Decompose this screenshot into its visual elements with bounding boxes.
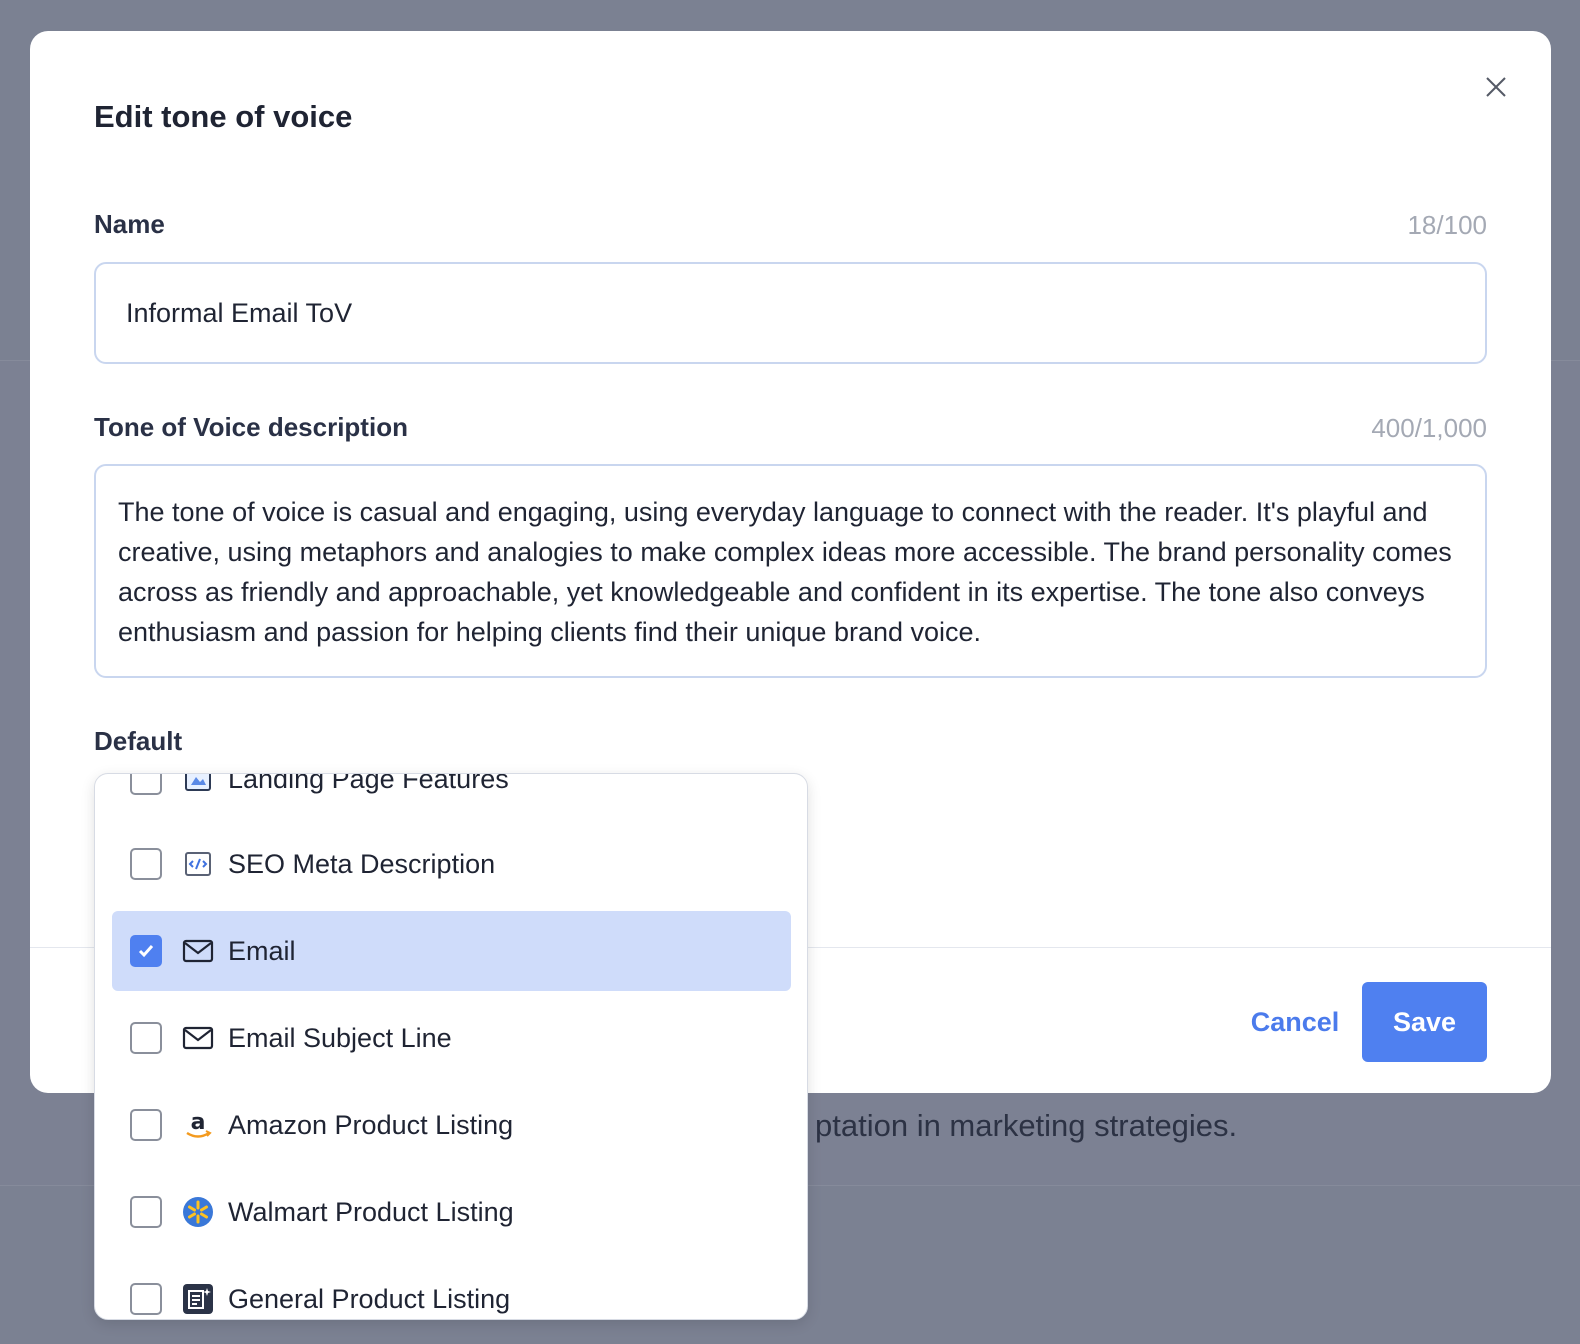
option-email[interactable]: Email	[112, 911, 791, 991]
option-checkbox[interactable]	[130, 1109, 162, 1141]
description-counter: 400/1,000	[1371, 413, 1487, 443]
svg-text:a: a	[191, 1110, 206, 1135]
walmart-logo-icon	[182, 1196, 214, 1228]
name-input[interactable]: Informal Email ToV	[94, 262, 1487, 364]
description-label: Tone of Voice description	[94, 412, 408, 442]
default-dropdown-list[interactable]: Landing Page Features SEO Meta Descripti…	[94, 773, 808, 1320]
close-button[interactable]	[1482, 73, 1510, 101]
option-label: Email Subject Line	[228, 1022, 452, 1053]
option-walmart-product-listing[interactable]: Walmart Product Listing	[112, 1172, 791, 1252]
description-textarea[interactable]: The tone of voice is casual and engaging…	[94, 464, 1487, 678]
option-label: Email	[228, 935, 296, 966]
check-icon	[138, 945, 154, 958]
option-checkbox[interactable]	[130, 1196, 162, 1228]
option-checkbox[interactable]	[130, 774, 162, 795]
amazon-logo-icon: a	[182, 1109, 214, 1141]
option-label: Walmart Product Listing	[228, 1196, 514, 1227]
option-label: SEO Meta Description	[228, 848, 496, 879]
name-counter: 18/100	[1407, 210, 1487, 240]
background-text: ptation in marketing strategies.	[815, 1108, 1238, 1143]
option-label: Amazon Product Listing	[228, 1109, 514, 1140]
option-label: General Product Listing	[228, 1283, 511, 1314]
option-checkbox[interactable]	[130, 1022, 162, 1054]
save-button[interactable]: Save	[1362, 982, 1487, 1062]
modal-title: Edit tone of voice	[94, 99, 353, 134]
option-checkbox[interactable]	[130, 848, 162, 880]
default-label: Default	[94, 726, 183, 756]
cancel-button[interactable]: Cancel	[1240, 982, 1350, 1062]
code-chart-icon	[182, 848, 214, 880]
option-label: Landing Page Features	[228, 773, 509, 794]
option-email-subject-line[interactable]: Email Subject Line	[112, 998, 791, 1078]
envelope-icon	[182, 1022, 214, 1054]
option-checkbox-checked[interactable]	[130, 935, 162, 967]
name-label: Name	[94, 209, 165, 239]
landing-page-icon	[182, 774, 214, 795]
envelope-icon	[182, 935, 214, 967]
option-landing-page-features[interactable]: Landing Page Features	[112, 773, 791, 819]
close-icon	[1486, 77, 1506, 97]
product-listing-icon	[182, 1283, 214, 1315]
option-seo-meta-description[interactable]: SEO Meta Description	[112, 824, 791, 904]
option-general-product-listing[interactable]: General Product Listing	[112, 1259, 791, 1319]
option-checkbox[interactable]	[130, 1283, 162, 1315]
option-amazon-product-listing[interactable]: a Amazon Product Listing	[112, 1085, 791, 1165]
